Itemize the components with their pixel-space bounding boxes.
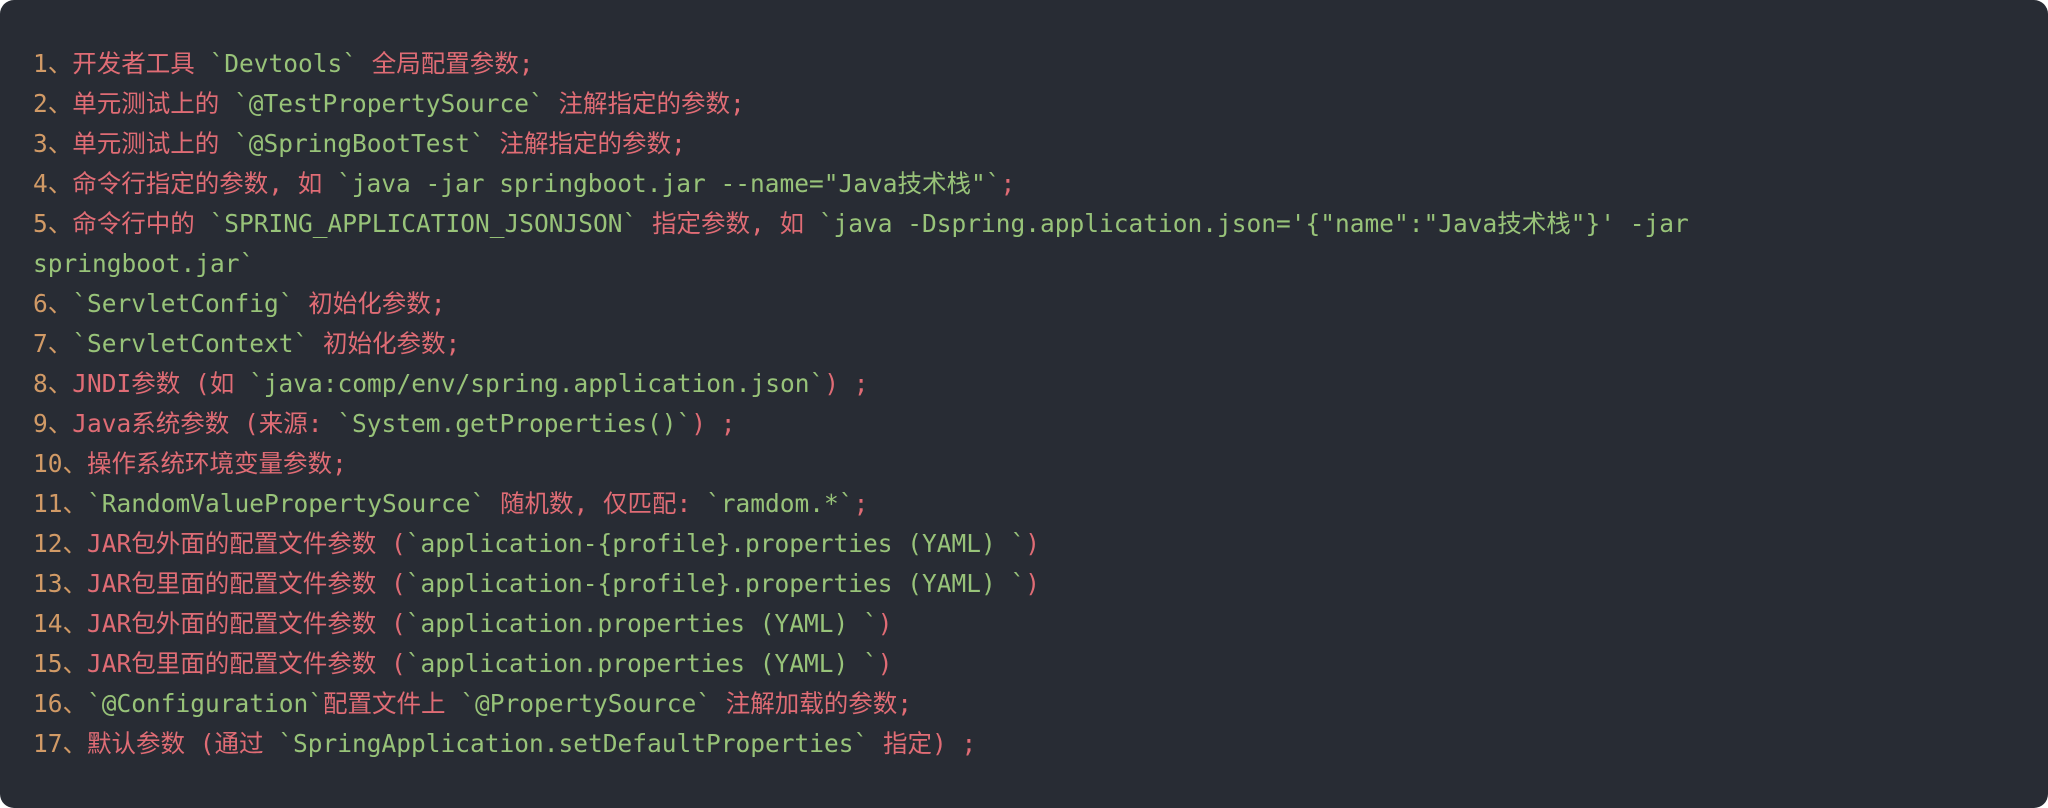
code-line: 16、`@Configuration`配置文件上 `@PropertySourc… [33,684,2048,724]
line-text: ) [877,649,893,678]
line-text: 配置文件上 [323,689,461,718]
inline-code: `SPRING_APPLICATION_JSONJSON` [209,209,638,238]
line-text: 初始化参数; [293,289,446,318]
line-text: ) [1025,569,1041,598]
line-number: 6、 [33,289,73,318]
code-lines: 1、开发者工具 `Devtools` 全局配置参数; 2、单元测试上的 `@Tes… [33,44,2048,764]
line-number: 10、 [33,449,88,478]
line-text: ; [1000,169,1016,198]
code-line: 8、JNDI参数 (如 `java:comp/env/spring.applic… [33,364,2048,404]
code-line: 12、JAR包外面的配置文件参数 (`application-{profile}… [33,524,2048,564]
inline-code: `SpringApplication.setDefaultProperties` [278,729,869,758]
line-number: 4、 [33,169,73,198]
line-text: 命令行指定的参数, 如 [72,169,338,198]
code-line: 6、`ServletConfig` 初始化参数; [33,284,2048,324]
line-text: ) [1025,529,1041,558]
inline-code: `java -jar springboot.jar --name="Java技术… [337,169,1001,198]
inline-code: `application-{profile}.properties (YAML)… [405,529,1026,558]
code-block: 1、开发者工具 `Devtools` 全局配置参数; 2、单元测试上的 `@Tes… [0,0,2048,808]
inline-code: `System.getProperties()` [337,409,692,438]
line-text: ) ; [691,409,736,438]
inline-code: `ServletContext` [72,329,309,358]
inline-code: `java:comp/env/spring.application.json` [249,369,825,398]
line-text: 默认参数 (通过 [87,729,279,758]
line-number: 13、 [33,569,88,598]
inline-code: `application-{profile}.properties (YAML)… [405,569,1026,598]
code-line: 3、单元测试上的 `@SpringBootTest` 注解指定的参数; [33,124,2048,164]
line-number: 12、 [33,529,88,558]
line-number: 7、 [33,329,73,358]
line-number: 17、 [33,729,88,758]
line-number: 16、 [33,689,88,718]
line-text: JAR包外面的配置文件参数 ( [87,529,406,558]
inline-code: `@SpringBootTest` [234,129,485,158]
inline-code: `application.properties (YAML) ` [405,649,878,678]
line-text: ) [877,609,893,638]
line-number: 8、 [33,369,73,398]
line-number: 15、 [33,649,88,678]
line-text: ) ; [824,369,869,398]
line-text: 全局配置参数; [357,49,534,78]
line-text: 命令行中的 [72,209,210,238]
code-line: 7、`ServletContext` 初始化参数; [33,324,2048,364]
code-line: 4、命令行指定的参数, 如 `java -jar springboot.jar … [33,164,2048,204]
code-line: 15、JAR包里面的配置文件参数 (`application.propertie… [33,644,2048,684]
line-number: 11、 [33,489,88,518]
line-text: JNDI参数 (如 [72,369,250,398]
code-line: 2、单元测试上的 `@TestPropertySource` 注解指定的参数; [33,84,2048,124]
line-text: 注解加载的参数; [711,689,913,718]
inline-code: `RandomValuePropertySource` [87,489,486,518]
line-number: 14、 [33,609,88,638]
code-line: 5、命令行中的 `SPRING_APPLICATION_JSONJSON` 指定… [33,204,2048,244]
inline-code: `ServletConfig` [72,289,294,318]
code-line: 10、操作系统环境变量参数; [33,444,2048,484]
line-number: 9、 [33,409,73,438]
line-text: 注解指定的参数; [484,129,686,158]
code-line: 11、`RandomValuePropertySource` 随机数, 仅匹配:… [33,484,2048,524]
inline-code: `@PropertySource` [460,689,712,718]
line-text: 随机数, 仅匹配: [485,489,707,518]
inline-code: `java -Dspring.application.json='{"name"… [818,209,1689,238]
line-number: 5、 [33,209,73,238]
code-line: 9、Java系统参数 (来源: `System.getProperties()`… [33,404,2048,444]
code-line: 14、JAR包外面的配置文件参数 (`application.propertie… [33,604,2048,644]
code-line: 13、JAR包里面的配置文件参数 (`application-{profile}… [33,564,2048,604]
inline-code: `@Configuration` [87,689,324,718]
line-text: JAR包里面的配置文件参数 ( [87,649,406,678]
line-text: JAR包里面的配置文件参数 ( [87,569,406,598]
line-text: 单元测试上的 [72,89,235,118]
line-text: 初始化参数; [308,329,461,358]
code-line: 17、默认参数 (通过 `SpringApplication.setDefaul… [33,724,2048,764]
code-line: springboot.jar` [33,244,2048,284]
line-text: 指定参数, 如 [637,209,819,238]
line-text: 指定) ; [868,729,977,758]
line-text: JAR包外面的配置文件参数 ( [87,609,406,638]
line-text: Java系统参数 (来源: [72,409,338,438]
code-line: 1、开发者工具 `Devtools` 全局配置参数; [33,44,2048,84]
line-text: 注解指定的参数; [543,89,745,118]
inline-code: `@TestPropertySource` [234,89,544,118]
line-text: 单元测试上的 [72,129,235,158]
line-number: 1、 [33,49,73,78]
line-text: 操作系统环境变量参数; [87,449,347,478]
line-text: ; [853,489,869,518]
line-text: 开发者工具 [72,49,210,78]
inline-code: `application.properties (YAML) ` [405,609,878,638]
line-number: 3、 [33,129,73,158]
inline-code: springboot.jar` [33,249,255,278]
line-number: 2、 [33,89,73,118]
inline-code: `ramdom.*` [706,489,854,518]
inline-code: `Devtools` [209,49,358,78]
